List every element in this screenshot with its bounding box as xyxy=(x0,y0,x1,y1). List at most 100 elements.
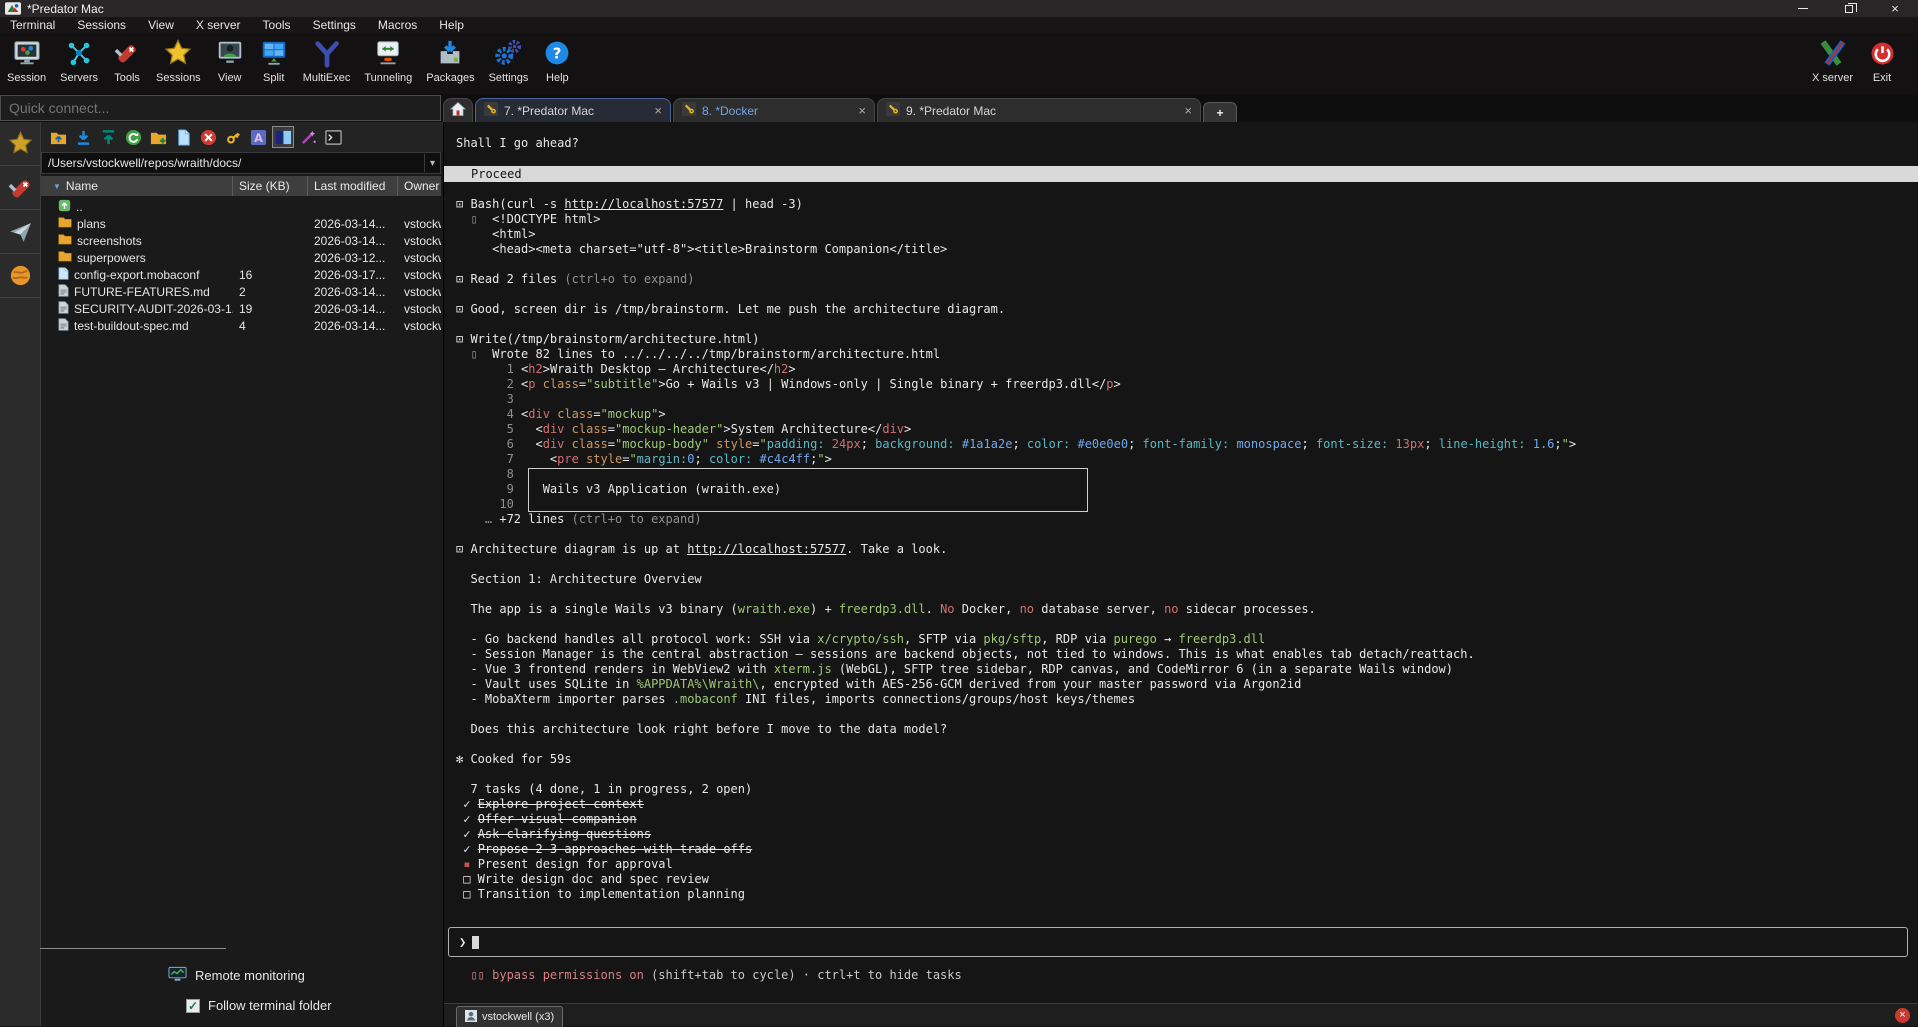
toolbar-button-settings[interactable]: Settings xyxy=(482,33,536,94)
strip-knife-icon[interactable] xyxy=(0,166,41,210)
terminal-text: Section 1: Architecture Overview xyxy=(456,572,702,586)
terminal-line xyxy=(456,182,1918,197)
minimize-button[interactable] xyxy=(1780,0,1826,17)
session-key-icon xyxy=(484,102,498,119)
file-folder-icon xyxy=(58,216,72,231)
terminal-text: </ xyxy=(1092,377,1106,391)
terminal-text: ; xyxy=(1012,437,1026,451)
toolbar-label: Help xyxy=(546,72,569,84)
terminal-link[interactable]: http://localhost:57577 xyxy=(687,542,846,556)
toolbar-label: Packages xyxy=(426,72,474,84)
toolbar-button-tunneling[interactable]: Tunneling xyxy=(357,33,419,94)
terminal-text: sidecar processes. xyxy=(1179,602,1316,616)
strip-globe-icon[interactable] xyxy=(0,254,41,298)
tab-home[interactable] xyxy=(443,98,473,122)
file-row[interactable]: plans2026-03-14...vstockw... xyxy=(41,215,441,232)
close-button[interactable]: × xyxy=(1872,0,1918,17)
filebar-download-icon[interactable] xyxy=(72,126,94,148)
terminal-text: > xyxy=(658,377,665,391)
terminal-text: ⊡ xyxy=(456,542,470,556)
filebar-refresh-icon[interactable] xyxy=(122,126,144,148)
toolbar-button-x-server[interactable]: X server xyxy=(1805,33,1860,94)
file-row[interactable]: SECURITY-AUDIT-2026-03-1...192026-03-14.… xyxy=(41,300,441,317)
terminal-text: Go + Wails v3 | Windows-only | Single bi… xyxy=(666,377,1092,391)
menu-item-settings[interactable]: Settings xyxy=(313,18,356,32)
terminal-text: color: xyxy=(1027,437,1070,451)
follow-terminal-folder[interactable]: ✓ Follow terminal folder xyxy=(186,998,332,1013)
terminal-line: - MobaXterm importer parses .mobaconf IN… xyxy=(456,692,1918,707)
file-row[interactable]: test-buildout-spec.md42026-03-14...vstoc… xyxy=(41,317,441,334)
file-row[interactable]: FUTURE-FEATURES.md22026-03-14...vstockw.… xyxy=(41,283,441,300)
toolbar-button-exit[interactable]: Exit xyxy=(1860,33,1904,94)
filebar-updir-icon[interactable] xyxy=(47,126,69,148)
tab-close-icon[interactable]: × xyxy=(654,103,662,118)
menu-item-x-server[interactable]: X server xyxy=(196,18,241,32)
tab-9[interactable]: 9. *Predator Mac× xyxy=(877,98,1201,122)
terminal-link[interactable]: http://localhost:57577 xyxy=(564,197,723,211)
terminal-line: □ Write design doc and spec review xyxy=(456,872,1918,887)
strip-star-icon[interactable] xyxy=(0,122,41,166)
toolbar-button-tools[interactable]: Tools xyxy=(105,33,149,94)
toolbar-button-multiexec[interactable]: MultiExec xyxy=(296,33,358,94)
filebar-dualpane-icon[interactable] xyxy=(272,126,294,148)
filebar-newfile-icon[interactable] xyxy=(172,126,194,148)
menu-item-terminal[interactable]: Terminal xyxy=(10,18,55,32)
file-folder-icon xyxy=(58,250,72,265)
prompt-input-box[interactable]: ❯ xyxy=(448,927,1908,957)
strip-plane-icon[interactable] xyxy=(0,210,41,254)
file-name-cell: .. xyxy=(41,199,233,215)
file-row[interactable]: screenshots2026-03-14...vstockw... xyxy=(41,232,441,249)
terminal-text: 7 tasks (4 done, 1 in progress, 2 open) xyxy=(456,782,752,796)
menu-item-macros[interactable]: Macros xyxy=(378,18,417,32)
terminal-text: □ Transition to implementation planning xyxy=(456,887,745,901)
file-row[interactable]: config-export.mobaconf162026-03-17...vst… xyxy=(41,266,441,283)
sidebar-icon-strip xyxy=(0,122,41,1026)
menu-item-tools[interactable]: Tools xyxy=(263,18,291,32)
follow-checkbox[interactable]: ✓ xyxy=(186,999,200,1013)
toolbar-label: View xyxy=(218,72,242,84)
remote-monitoring[interactable]: Remote monitoring xyxy=(168,966,305,985)
file-row[interactable]: .. xyxy=(41,198,441,215)
path-dropdown-chevron-icon[interactable]: ▾ xyxy=(424,154,440,172)
path-bar[interactable]: /Users/vstockwell/repos/wraith/docs/ ▾ xyxy=(41,152,441,174)
toolbar-button-view[interactable]: View xyxy=(208,33,252,94)
menu-item-view[interactable]: View xyxy=(148,18,174,32)
session-bottom-tab[interactable]: vstockwell (x3) xyxy=(456,1006,563,1027)
toolbar-button-split[interactable]: Split xyxy=(252,33,296,94)
filebar-font-icon[interactable]: A xyxy=(247,126,269,148)
restore-button[interactable] xyxy=(1826,0,1872,17)
toolbar-button-session[interactable]: Session xyxy=(0,33,53,94)
terminal-text xyxy=(536,377,543,391)
menu-item-help[interactable]: Help xyxy=(439,18,464,32)
column-header-last-modified[interactable]: Last modified xyxy=(308,176,398,196)
filebar-console-icon[interactable] xyxy=(322,126,344,148)
tab-close-icon[interactable]: × xyxy=(858,103,866,118)
menu-item-sessions[interactable]: Sessions xyxy=(77,18,126,32)
terminal-close-button[interactable]: × xyxy=(1895,1008,1910,1023)
toolbar-button-packages[interactable]: Packages xyxy=(419,33,481,94)
terminal-text: "mockup-header" xyxy=(615,422,723,436)
file-row[interactable]: superpowers2026-03-12...vstockw... xyxy=(41,249,441,266)
toolbar-button-help[interactable]: ?Help xyxy=(535,33,579,94)
new-tab-button[interactable]: + xyxy=(1203,102,1237,122)
terminal[interactable]: Shall I go ahead? Proceed ⊡ Bash(curl -s… xyxy=(443,122,1918,1026)
column-header-owner[interactable]: Owner xyxy=(398,176,441,196)
quick-connect-input[interactable] xyxy=(0,95,441,121)
toolbar-button-sessions[interactable]: Sessions xyxy=(149,33,208,94)
tab-7[interactable]: 7. *Predator Mac× xyxy=(475,98,671,122)
column-header-size-kb-[interactable]: Size (KB) xyxy=(233,176,308,196)
tab-8[interactable]: 8. *Docker× xyxy=(673,98,875,122)
tab-close-icon[interactable]: × xyxy=(1184,103,1192,118)
filebar-key-icon[interactable] xyxy=(222,126,244,148)
filebar-wand-icon[interactable] xyxy=(297,126,319,148)
column-header-name[interactable]: ▼Name xyxy=(41,176,233,196)
terminal-text: padding: xyxy=(767,437,825,451)
terminal-text: Present design for approval xyxy=(470,857,672,871)
terminal-line: ▯ Wrote 82 lines to ../../../../tmp/brai… xyxy=(456,347,1918,362)
filebar-upload-icon[interactable] xyxy=(97,126,119,148)
filebar-delete-icon[interactable] xyxy=(197,126,219,148)
terminal-text: monospace xyxy=(1236,437,1301,451)
toolbar-button-servers[interactable]: Servers xyxy=(53,33,105,94)
filebar-newfolder-icon[interactable] xyxy=(147,126,169,148)
terminal-text: Propose 2-3 approaches with trade-offs xyxy=(478,842,753,856)
